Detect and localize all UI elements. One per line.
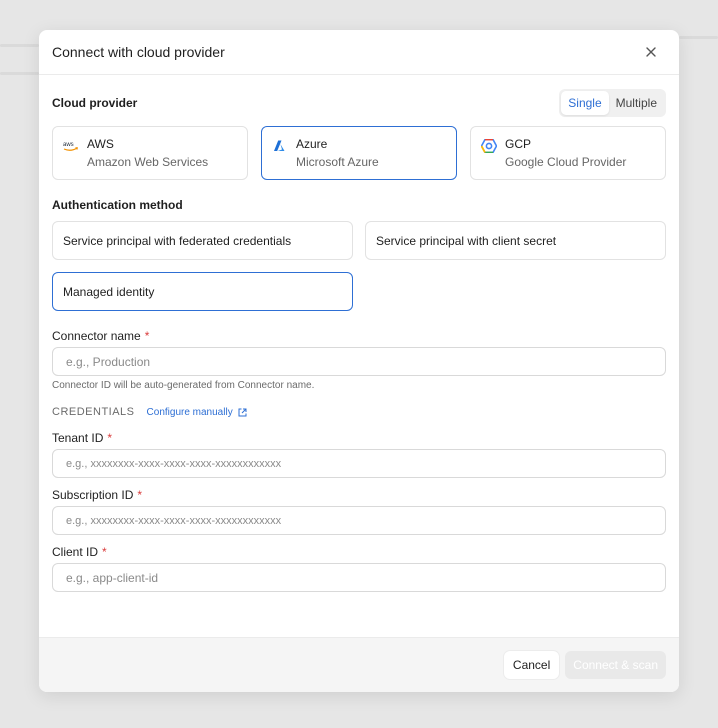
modal-title: Connect with cloud provider [52,44,225,60]
required-marker: * [144,329,150,343]
mode-single-button[interactable]: Single [561,91,609,115]
cloud-provider-header: Cloud provider Single Multiple [52,89,666,117]
client-id-label: Client ID * [52,545,666,559]
connect-cloud-modal: Connect with cloud provider Cloud provid… [39,30,679,692]
close-icon [646,47,656,57]
subscription-id-input[interactable]: e.g., xxxxxxxx-xxxx-xxxx-xxxx-xxxxxxxxxx… [52,506,666,535]
auth-method-label: Authentication method [52,198,183,212]
connect-and-scan-button[interactable]: Connect & scan [565,651,666,679]
auth-option-client-secret[interactable]: Service principal with client secret [365,221,666,260]
provider-options: aws AWS Amazon Web Services Azure Micros… [52,126,666,180]
provider-card-azure[interactable]: Azure Microsoft Azure [261,126,457,180]
credentials-header: CREDENTIALS Configure manually [52,406,666,418]
external-link-icon [238,408,247,416]
configure-manually-label: Configure manually [146,406,233,418]
connector-name-group: Connector name * e.g., Production Connec… [52,329,666,391]
connector-name-label-text: Connector name [52,329,141,343]
required-marker: * [137,488,143,502]
tenant-id-label: Tenant ID * [52,431,666,445]
provider-name: AWS [87,137,114,151]
background-line [0,44,39,47]
connector-name-input[interactable]: e.g., Production [52,347,666,376]
provider-description: Microsoft Azure [296,155,379,169]
provider-description: Google Cloud Provider [505,155,627,169]
provider-card-gcp[interactable]: GCP Google Cloud Provider [470,126,666,180]
modal-footer: Cancel Connect & scan [39,637,679,692]
client-id-label-text: Client ID [52,545,99,559]
tenant-id-input[interactable]: e.g., xxxxxxxx-xxxx-xxxx-xxxx-xxxxxxxxxx… [52,449,666,478]
provider-name: GCP [505,137,532,151]
provider-card-aws[interactable]: aws AWS Amazon Web Services [52,126,248,180]
close-button[interactable] [641,42,661,62]
tenant-id-group: Tenant ID * e.g., xxxxxxxx-xxxx-xxxx-xxx… [52,431,666,478]
client-id-group: Client ID * e.g., app-client-id [52,545,666,592]
subscription-id-label: Subscription ID * [52,488,666,502]
aws-logo-icon: aws [63,138,79,154]
cancel-button[interactable]: Cancel [503,651,560,679]
client-id-input[interactable]: e.g., app-client-id [52,563,666,592]
provider-description: Amazon Web Services [87,155,209,169]
connector-name-hint: Connector ID will be auto-generated from… [52,380,315,391]
gcp-logo-icon [481,138,497,154]
background-line [0,72,39,75]
modal-body: Cloud provider Single Multiple aws AWS A… [39,89,679,592]
cloud-provider-label: Cloud provider [52,96,138,110]
configure-manually-link[interactable]: Configure manually [147,407,247,418]
mode-multiple-button[interactable]: Multiple [609,91,664,115]
auth-option-federated[interactable]: Service principal with federated credent… [52,221,353,260]
provider-name: Azure [296,137,328,151]
connector-name-label: Connector name * [52,329,666,343]
auth-option-managed-identity[interactable]: Managed identity [52,272,353,311]
credentials-title: CREDENTIALS [52,406,135,418]
subscription-id-group: Subscription ID * e.g., xxxxxxxx-xxxx-xx… [52,488,666,535]
modal-header: Connect with cloud provider [39,30,679,75]
subscription-id-label-text: Subscription ID [52,488,134,502]
tenant-id-label-text: Tenant ID [52,431,104,445]
required-marker: * [102,545,107,559]
required-marker: * [107,431,113,445]
azure-logo-icon [272,138,288,154]
svg-text:aws: aws [63,142,74,148]
background-line [679,36,718,39]
auth-method-options: Service principal with federated credent… [52,221,666,311]
provider-mode-toggle: Single Multiple [559,89,666,117]
